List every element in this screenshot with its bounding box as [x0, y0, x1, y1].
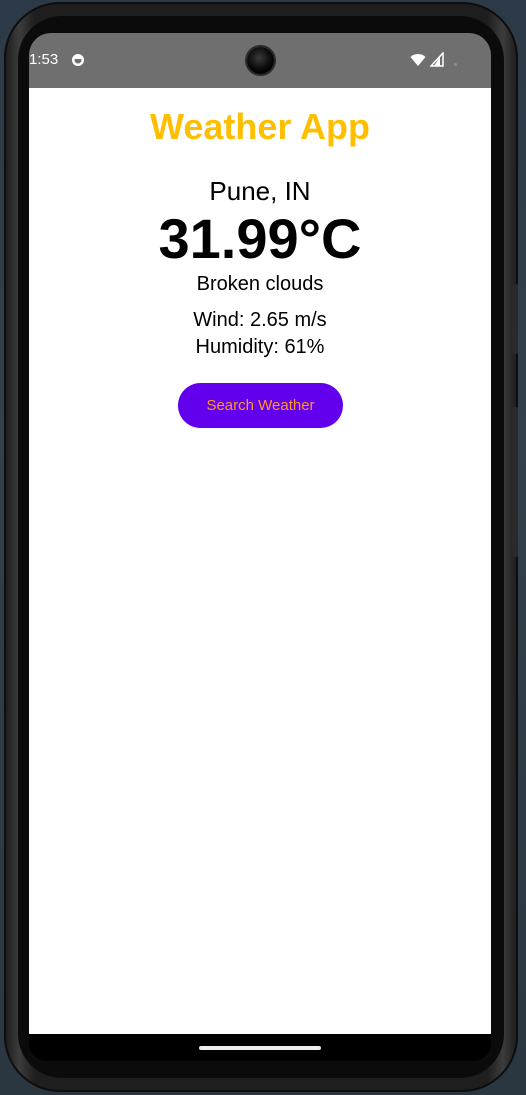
humidity-value: Humidity: 61%	[195, 336, 325, 358]
wind-speed: Wind: 2.65 m/s	[193, 309, 327, 331]
temperature-value: 31.99°C	[158, 207, 362, 270]
navigation-bar	[29, 1034, 491, 1061]
status-bar: 1:53	[29, 33, 491, 88]
cellular-signal-icon	[430, 52, 444, 67]
battery-icon	[454, 63, 457, 66]
wifi-icon	[410, 54, 426, 66]
volume-button[interactable]	[512, 407, 518, 557]
power-button[interactable]	[512, 284, 518, 354]
front-camera	[247, 47, 274, 74]
weather-app-content: Weather App Pune, IN 31.99°C Broken clou…	[29, 88, 491, 1034]
home-gesture-handle[interactable]	[199, 1046, 321, 1050]
location-label: Pune, IN	[209, 176, 311, 206]
phone-screen: 1:53 Weather App Pune, IN 31.99°C Broken…	[29, 33, 491, 1061]
app-notification-icon	[72, 54, 84, 66]
search-weather-button[interactable]: Search Weather	[178, 383, 343, 428]
app-title: Weather App	[149, 106, 371, 147]
weather-description: Broken clouds	[196, 273, 324, 295]
status-time: 1:53	[29, 51, 59, 68]
